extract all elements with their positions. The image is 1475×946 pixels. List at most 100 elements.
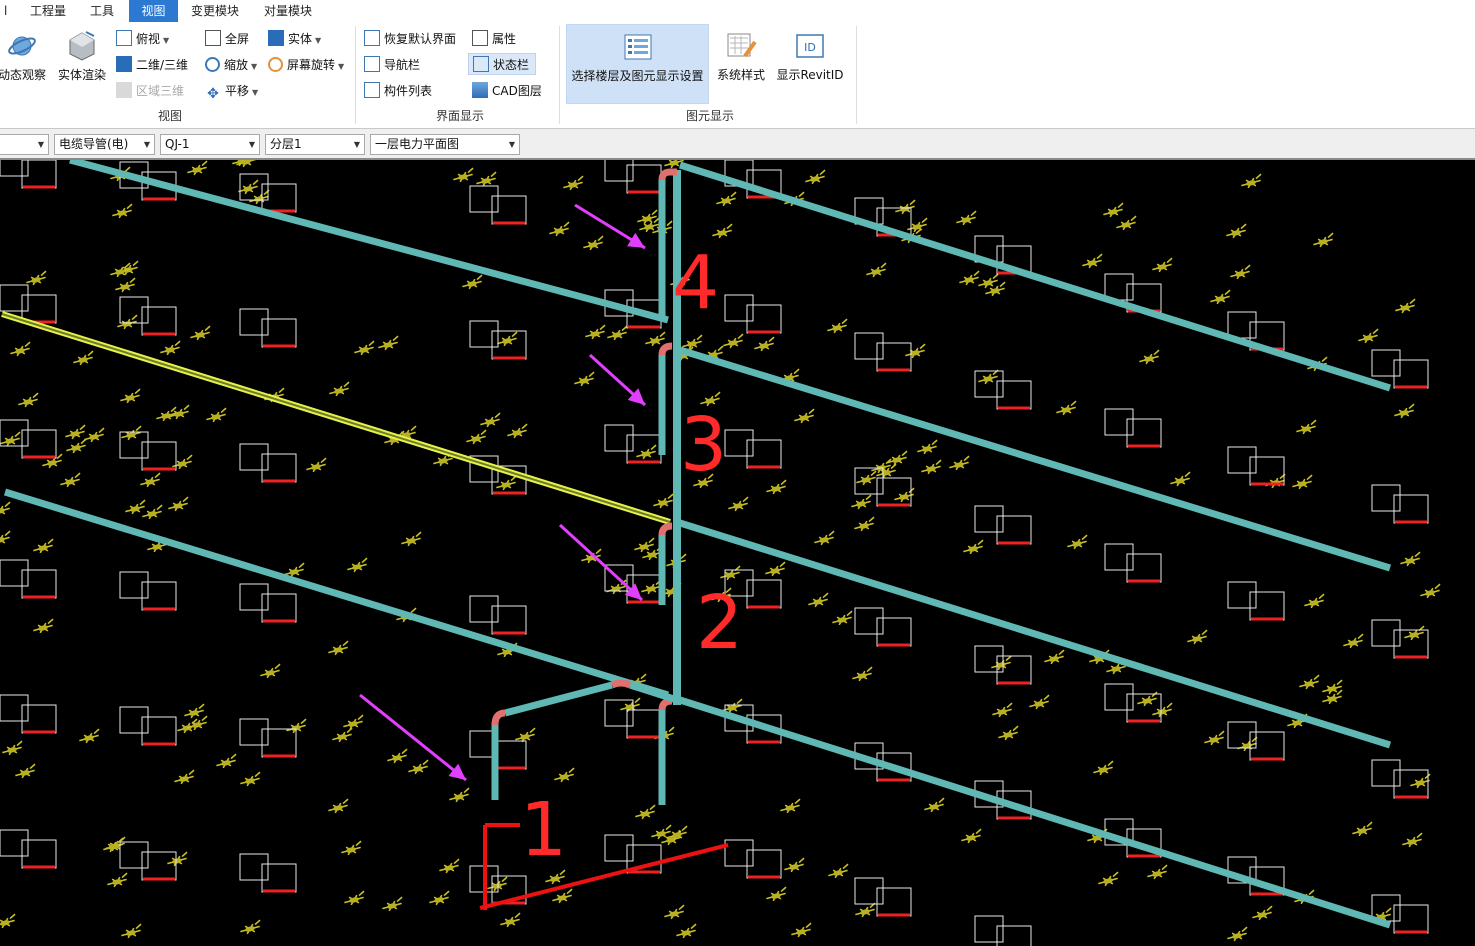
select-floor-display-button[interactable]: 选择楼层及图元显示设置 (566, 24, 709, 104)
cad-layer-button[interactable]: CAD图层 (472, 80, 542, 102)
component-list-button[interactable]: 构件列表 (364, 80, 432, 102)
nav-bar-button[interactable]: 导航栏 (364, 54, 420, 76)
menu-item-view[interactable]: 视图 (129, 0, 178, 22)
cad-symbol (1044, 649, 1065, 665)
region-3d-button[interactable]: 区域三维 (116, 80, 184, 102)
fixture-box (119, 571, 177, 611)
menu-item-partial[interactable]: l (0, 0, 11, 22)
fixture-box (724, 294, 782, 334)
cad-symbol (206, 407, 227, 423)
cad-symbol (480, 412, 501, 428)
solid-button[interactable]: 实体 ▼ (268, 28, 321, 50)
cad-symbol (497, 331, 518, 347)
restore-default-button[interactable]: 恢复默认界面 (364, 28, 456, 50)
pan-button[interactable]: ✥ 平移 ▼ (205, 80, 258, 102)
cad-symbol (766, 479, 787, 495)
fixture-box (1371, 759, 1429, 799)
group-divider (856, 26, 857, 124)
cad-symbol (956, 210, 977, 226)
fixture-box (239, 443, 297, 483)
fixture-box (1227, 721, 1285, 761)
two-three-d-button[interactable]: 二维/三维 (116, 54, 188, 76)
screen-rotate-button[interactable]: 屏幕旋转 ▼ (268, 54, 344, 76)
cad-symbol (190, 325, 211, 341)
component-value: QJ-1 (165, 137, 190, 151)
nav-bar-icon (364, 56, 380, 72)
region-3d-label: 区域三维 (136, 84, 185, 98)
two-three-d-icon (116, 56, 132, 72)
drawing-select[interactable]: 一层电力平面图 ▼ (370, 134, 520, 155)
fixture-box (469, 595, 527, 635)
menu-item-tools[interactable]: 工具 (84, 0, 120, 22)
restore-default-label: 恢复默认界面 (384, 32, 457, 46)
cad-symbol (142, 504, 163, 520)
render-cube-icon (69, 31, 95, 61)
zoom-label: 缩放 (224, 58, 249, 72)
menu-item-change-module[interactable]: 变更模块 (185, 0, 245, 22)
component-select[interactable]: QJ-1 ▼ (160, 134, 260, 155)
cad-symbol (84, 427, 105, 443)
layer-select[interactable]: 分层1 ▼ (265, 134, 365, 155)
solid-render-label: 实体渲染 (57, 68, 106, 82)
chevron-down-icon: ▼ (338, 62, 345, 71)
cad-symbol (240, 771, 261, 787)
layer-value: 分层1 (270, 137, 302, 151)
full-screen-button[interactable]: 全屏 (205, 28, 249, 50)
floor-select[interactable]: ▼ (0, 134, 49, 155)
fixture-box (0, 694, 57, 734)
cad-symbol (827, 318, 848, 334)
fixture-box (974, 505, 1032, 545)
cad-symbol (585, 324, 606, 340)
system-style-button[interactable]: 系统样式 (713, 24, 769, 104)
cad-symbol (1404, 625, 1425, 641)
fixture-box (239, 308, 297, 348)
cad-symbol (1402, 832, 1423, 848)
cad-symbol (851, 494, 872, 510)
cad-symbol (637, 209, 658, 225)
show-revit-id-button[interactable]: ID 显示RevitID (774, 24, 846, 104)
fixture-box (1104, 683, 1162, 723)
properties-icon (472, 30, 488, 46)
cad-symbol (66, 438, 87, 454)
cad-symbol (765, 561, 786, 577)
cad-symbol (408, 759, 429, 775)
cad-symbol (1067, 534, 1088, 550)
status-bar-button[interactable]: 状态栏 (468, 53, 537, 75)
properties-label: 属性 (492, 32, 517, 46)
cad-symbol (476, 171, 497, 187)
orbit-icon (8, 36, 36, 56)
cad-symbol (963, 539, 984, 555)
model-canvas[interactable]: 4 3 2 1 (0, 160, 1475, 946)
cad-symbol (167, 851, 188, 867)
cad-symbol (924, 797, 945, 813)
cad-symbol (992, 702, 1013, 718)
menu-bar: l 工程量 工具 视图 变更模块 对量模块 (0, 0, 1475, 23)
chevron-down-icon: ▼ (252, 88, 259, 97)
chevron-down-icon: ▼ (315, 36, 322, 45)
dynamic-observe-button[interactable]: 动态观察 (0, 24, 50, 104)
show-revit-id-label: 显示RevitID (776, 68, 844, 82)
fixture-box (1104, 543, 1162, 583)
cad-symbol (387, 748, 408, 764)
cad-symbol (866, 262, 887, 278)
component-type-select[interactable]: 电缆导管(电) ▼ (54, 134, 155, 155)
cad-symbol (664, 904, 685, 920)
annotation-label-4: 4 (672, 240, 719, 326)
properties-button[interactable]: 属性 (472, 28, 516, 50)
cad-symbol (2, 740, 23, 756)
menu-item-reconcile-module[interactable]: 对量模块 (258, 0, 318, 22)
cad-symbol (766, 886, 787, 902)
solid-render-button[interactable]: 实体渲染 (54, 24, 110, 104)
menu-item-quantity[interactable]: 工程量 (24, 0, 72, 22)
screen-rotate-label: 屏幕旋转 (287, 58, 336, 72)
zoom-button[interactable]: 缩放 ▼ (205, 54, 257, 76)
cad-symbol (0, 431, 21, 447)
cad-symbol (343, 714, 364, 730)
status-bar-icon (473, 56, 489, 72)
3d-viewport[interactable]: 4 3 2 1 (0, 160, 1475, 946)
top-view-button[interactable]: 俯视 ▼ (116, 28, 169, 50)
cad-symbol (115, 277, 136, 293)
cad-symbol (1098, 871, 1119, 887)
cad-symbol (33, 618, 54, 634)
fixture-box (0, 559, 57, 599)
